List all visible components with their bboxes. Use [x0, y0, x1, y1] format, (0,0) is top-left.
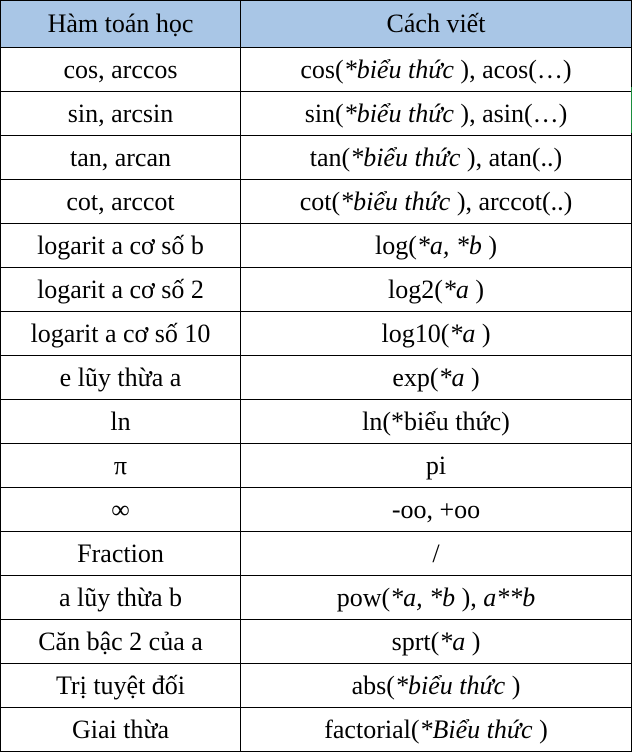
function-name-cell: ln	[0, 399, 241, 444]
syntax-text: )	[481, 230, 498, 260]
syntax-argument: *biểu thức	[394, 670, 506, 700]
function-name-cell: a lũy thừa b	[0, 575, 241, 620]
table-row: Fraction /	[0, 531, 632, 576]
syntax-cell: sin(*biểu thức ), asin(…)	[240, 91, 632, 136]
syntax-cell: log(*a, *b )	[240, 223, 632, 268]
table-row: logarit a cơ số 2 log2(*a )	[0, 267, 632, 312]
table-row: tan, arcan tan(*biểu thức ), atan(..)	[0, 135, 632, 180]
syntax-cell: sprt(*a )	[240, 619, 632, 664]
syntax-text: log(	[374, 230, 417, 260]
syntax-cell: tan(*biểu thức ), atan(..)	[240, 135, 632, 180]
function-name-cell: logarit a cơ số 2	[0, 267, 241, 312]
function-name-cell: cot, arccot	[0, 179, 241, 224]
function-name-cell: Căn bậc 2 của a	[0, 619, 241, 664]
syntax-argument: *biểu thức	[343, 98, 454, 128]
table-row: e lũy thừa a exp(*a )	[0, 355, 632, 400]
syntax-cell: log10(*a )	[240, 311, 632, 356]
syntax-text: ), atan(..)	[460, 142, 563, 172]
table-row: a lũy thừa b pow(*a, *b ), a**b	[0, 575, 632, 620]
function-name-cell: logarit a cơ số b	[0, 223, 241, 268]
syntax-argument: *a	[439, 626, 466, 656]
table-row: Trị tuyệt đối abs(*biểu thức )	[0, 663, 632, 708]
header-function: Hàm toán học	[0, 0, 241, 48]
function-name-cell: logarit a cơ số 10	[0, 311, 241, 356]
function-name-cell: Giai thừa	[0, 707, 241, 752]
table-row: π pi	[0, 443, 632, 488]
syntax-text: cot(	[299, 186, 341, 216]
syntax-cell: ln(*biểu thức)	[240, 399, 632, 444]
table-row: logarit a cơ số 10 log10(*a )	[0, 311, 632, 356]
syntax-text: abs(	[351, 670, 395, 700]
syntax-text: )	[465, 626, 481, 656]
syntax-text: log2(	[387, 274, 443, 304]
syntax-text: cos(	[300, 54, 344, 84]
syntax-cell: /	[240, 531, 632, 576]
syntax-argument: *a	[438, 362, 465, 392]
function-name-cell: tan, arcan	[0, 135, 241, 180]
syntax-text: ),	[455, 582, 484, 612]
syntax-cell: cot(*biểu thức ), arccot(..)	[240, 179, 632, 224]
syntax-text: ), asin(…)	[453, 98, 568, 128]
syntax-cell: cos(*biểu thức ), acos(…)	[240, 47, 632, 92]
syntax-argument: *a, *b	[390, 582, 456, 612]
table-row: cot, arccot cot(*biểu thức ), arccot(..)	[0, 179, 632, 224]
syntax-argument: *biểu thức	[340, 186, 451, 216]
function-name-cell: Trị tuyệt đối	[0, 663, 241, 708]
syntax-cell: -oo, +oo	[240, 487, 632, 532]
table-row: Căn bậc 2 của a sprt(*a )	[0, 619, 632, 664]
syntax-argument: *biểu thức	[343, 54, 454, 84]
syntax-text: )	[532, 714, 548, 744]
function-name-cell: sin, arcsin	[0, 91, 241, 136]
header-syntax: Cách viết	[240, 0, 632, 48]
syntax-cell: pow(*a, *b ), a**b	[240, 575, 632, 620]
syntax-cell: pi	[240, 443, 632, 488]
syntax-text: )	[468, 274, 485, 304]
table-row: sin, arcsin sin(*biểu thức ), asin(…)	[0, 91, 632, 136]
math-functions-table: Hàm toán học Cách viết cos, arccos cos(*b…	[0, 0, 632, 752]
syntax-argument: *Biểu thức	[419, 714, 533, 744]
table-row: ln ln(*biểu thức)	[0, 399, 632, 444]
syntax-text: ), acos(…)	[453, 54, 572, 84]
syntax-text: )	[464, 362, 480, 392]
syntax-text: log10(	[381, 318, 450, 348]
syntax-cell: abs(*biểu thức )	[240, 663, 632, 708]
syntax-text: ln(*biểu thức)	[362, 406, 510, 436]
function-name-cell: e lũy thừa a	[0, 355, 241, 400]
syntax-text: factorial(	[324, 714, 420, 744]
function-name-cell: cos, arccos	[0, 47, 241, 92]
syntax-text: pow(	[336, 582, 391, 612]
syntax-text: pi	[425, 450, 447, 480]
syntax-text: )	[475, 318, 491, 348]
syntax-argument: *biểu thức	[350, 142, 461, 172]
table-row: ∞ -oo, +oo	[0, 487, 632, 532]
syntax-text: -oo, +oo	[391, 494, 481, 524]
syntax-cell: factorial(*Biểu thức )	[240, 707, 632, 752]
function-name-cell: Fraction	[0, 531, 241, 576]
syntax-text: tan(	[309, 142, 351, 172]
syntax-argument: *a, *b	[416, 230, 482, 260]
table-body: cos, arccos cos(*biểu thức ), acos(…) sin,…	[0, 47, 632, 752]
syntax-text: ), arccot(..)	[450, 186, 573, 216]
table-row: cos, arccos cos(*biểu thức ), acos(…)	[0, 47, 632, 92]
syntax-cell: exp(*a )	[240, 355, 632, 400]
table-header: Hàm toán học Cách viết	[0, 0, 632, 48]
syntax-cell: log2(*a )	[240, 267, 632, 312]
function-name-cell: π	[0, 443, 241, 488]
table-row: logarit a cơ số b log(*a, *b )	[0, 223, 632, 268]
syntax-text: exp(	[392, 362, 439, 392]
syntax-text: sprt(	[391, 626, 440, 656]
syntax-text: sin(	[304, 98, 344, 128]
syntax-text: )	[505, 670, 521, 700]
syntax-text: /	[432, 538, 440, 568]
header-row: Hàm toán học Cách viết	[0, 0, 632, 48]
syntax-argument: a**b	[483, 582, 536, 612]
function-name-cell: ∞	[0, 487, 241, 532]
syntax-argument: *a	[449, 318, 476, 348]
table-row: Giai thừa factorial(*Biểu thức )	[0, 707, 632, 752]
syntax-argument: *a	[442, 274, 469, 304]
